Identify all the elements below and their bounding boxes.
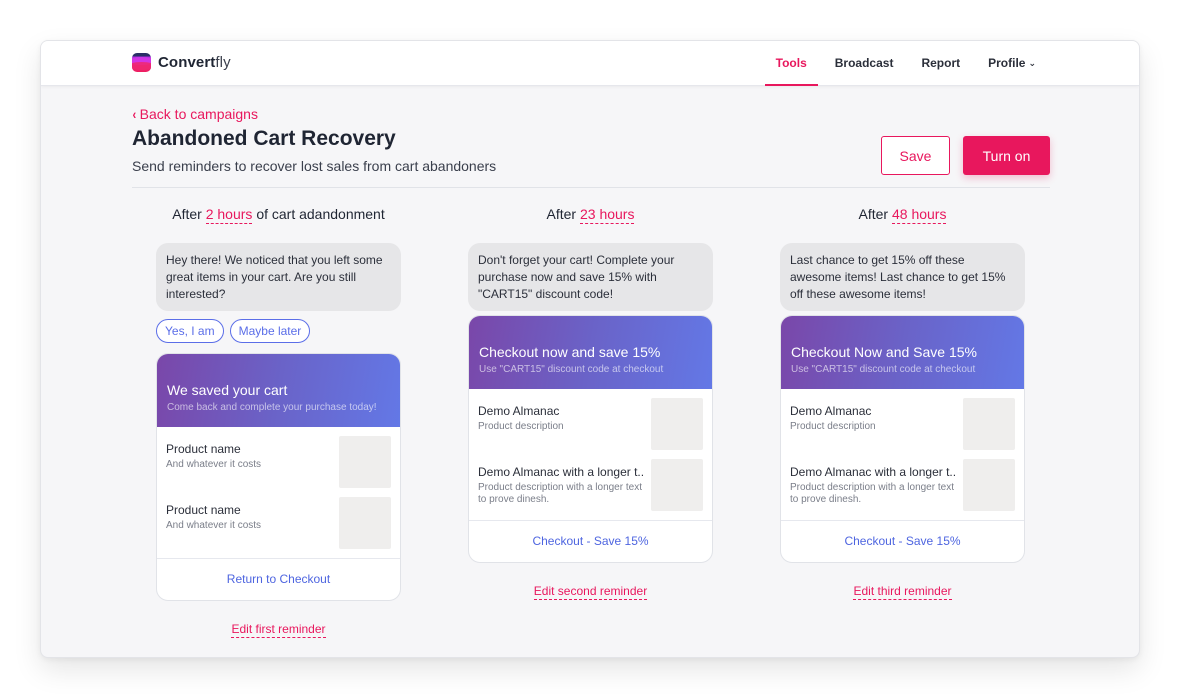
nav-profile[interactable]: Profile ⌄ [974,41,1050,86]
product-list: Demo Almanac Product description Demo Al… [781,389,1024,521]
edit-third-reminder-link[interactable]: Edit third reminder [780,582,1025,600]
product-description: Product description [478,421,564,432]
product-item: Demo Almanac with a longer t.. Product d… [781,450,1024,511]
heading-prefix: After [858,206,889,222]
delay-hours-selector[interactable]: 2 hours [205,206,253,224]
chevron-left-icon: ‹ [132,106,137,122]
card-hero: Checkout Now and Save 15% Use "CART15" d… [781,316,1024,389]
card-title: Checkout Now and Save 15% [791,344,977,360]
product-list: Product name And whatever it costs Produ… [157,427,400,559]
message-bubble: Hey there! We noticed that you left some… [156,243,401,311]
reminder-column-1: After 2 hours of cart adandonment Hey th… [156,206,401,638]
reminder-column-2: After 23 hours Don't forget your cart! C… [468,206,713,600]
product-image-placeholder [339,497,391,549]
quick-reply-maybe-later[interactable]: Maybe later [229,319,311,343]
cart-card: We saved your cart Come back and complet… [156,353,401,601]
edit-link-label: Edit first reminder [231,622,326,638]
card-hero: We saved your cart Come back and complet… [157,354,400,427]
product-description: Product description [790,421,876,432]
heading-suffix: of cart adandonment [256,206,385,222]
brand-name: Convertfly [158,54,231,71]
edit-second-reminder-link[interactable]: Edit second reminder [468,582,713,600]
nav-broadcast-label: Broadcast [834,56,894,70]
turn-on-button[interactable]: Turn on [963,136,1050,175]
card-title: We saved your cart [167,382,288,398]
header-divider [132,187,1050,188]
brand-name-bold: Convert [158,54,216,71]
product-text: Product name And whatever it costs [166,436,331,488]
main-nav: Tools Broadcast Report Profile ⌄ [762,41,1050,86]
message-bubble: Don't forget your cart! Complete your pu… [468,243,713,311]
product-image-placeholder [963,459,1015,511]
back-link-label: Back to campaigns [139,106,258,122]
product-text: Demo Almanac with a longer t.. Product d… [790,459,955,511]
product-image-placeholder [963,398,1015,450]
edit-link-label: Edit third reminder [853,584,952,600]
delay-hours-selector[interactable]: 48 hours [891,206,947,224]
reminder-heading: After 2 hours of cart adandonment [156,206,401,226]
message-bubble: Last chance to get 15% off these awesome… [780,243,1025,311]
product-list: Demo Almanac Product description Demo Al… [469,389,712,521]
product-description: And whatever it costs [166,520,262,531]
app-window: Convertfly Tools Broadcast Report Profil… [40,40,1140,658]
reminder-column-3: After 48 hours Last chance to get 15% of… [780,206,1025,600]
checkout-save-button[interactable]: Checkout - Save 15% [781,521,1024,562]
reminder-heading: After 48 hours [780,206,1025,226]
card-hero: Checkout now and save 15% Use "CART15" d… [469,316,712,389]
return-to-checkout-button[interactable]: Return to Checkout [157,559,400,600]
product-description: Product description with a longer text t… [790,482,954,505]
page-title: Abandoned Cart Recovery [132,127,396,150]
nav-report-label: Report [921,56,961,70]
product-image-placeholder [651,459,703,511]
quick-replies: Yes, I am Maybe later [156,319,401,343]
convertfly-logo-icon [132,53,151,72]
checkout-save-button[interactable]: Checkout - Save 15% [469,521,712,562]
card-subtitle: Use "CART15" discount code at checkout [479,364,664,375]
card-subtitle: Use "CART15" discount code at checkout [791,364,976,375]
product-text: Demo Almanac Product description [790,398,955,450]
cart-card: Checkout Now and Save 15% Use "CART15" d… [780,315,1025,563]
product-name: Demo Almanac with a longer t.. [790,465,955,479]
product-image-placeholder [339,436,391,488]
product-image-placeholder [651,398,703,450]
heading-prefix: After [172,206,202,222]
save-button[interactable]: Save [881,136,950,175]
quick-reply-yes[interactable]: Yes, I am [156,319,224,343]
edit-first-reminder-link[interactable]: Edit first reminder [156,620,401,638]
delay-hours-selector[interactable]: 23 hours [579,206,635,224]
product-name: Demo Almanac with a longer t.. [478,465,643,479]
product-text: Demo Almanac with a longer t.. Product d… [478,459,643,511]
nav-profile-label: Profile [988,56,1026,70]
top-navbar: Convertfly Tools Broadcast Report Profil… [41,41,1139,86]
chevron-down-icon: ⌄ [1028,58,1036,68]
product-name: Demo Almanac [478,404,560,418]
product-item: Demo Almanac with a longer t.. Product d… [469,450,712,511]
product-text: Product name And whatever it costs [166,497,331,549]
product-item: Demo Almanac Product description [781,389,1024,450]
nav-broadcast[interactable]: Broadcast [821,41,908,86]
product-name: Product name [166,442,241,456]
cart-card: Checkout now and save 15% Use "CART15" d… [468,315,713,563]
nav-tools-label: Tools [775,56,807,70]
card-title: Checkout now and save 15% [479,344,661,360]
brand-name-light: fly [215,54,231,71]
brand[interactable]: Convertfly [132,53,231,72]
heading-prefix: After [546,206,577,222]
card-subtitle: Come back and complete your purchase tod… [167,402,377,413]
back-to-campaigns-link[interactable]: ‹ Back to campaigns [132,106,258,122]
product-item: Product name And whatever it costs [157,427,400,488]
product-item: Product name And whatever it costs [157,488,400,549]
product-description: And whatever it costs [166,459,262,470]
product-name: Product name [166,503,241,517]
reminder-heading: After 23 hours [468,206,713,226]
nav-tools[interactable]: Tools [762,41,821,86]
nav-report[interactable]: Report [907,41,974,86]
page-subtitle: Send reminders to recover lost sales fro… [132,158,497,174]
product-name: Demo Almanac [790,404,872,418]
product-description: Product description with a longer text t… [478,482,642,505]
product-item: Demo Almanac Product description [469,389,712,450]
product-text: Demo Almanac Product description [478,398,643,450]
edit-link-label: Edit second reminder [533,584,648,600]
